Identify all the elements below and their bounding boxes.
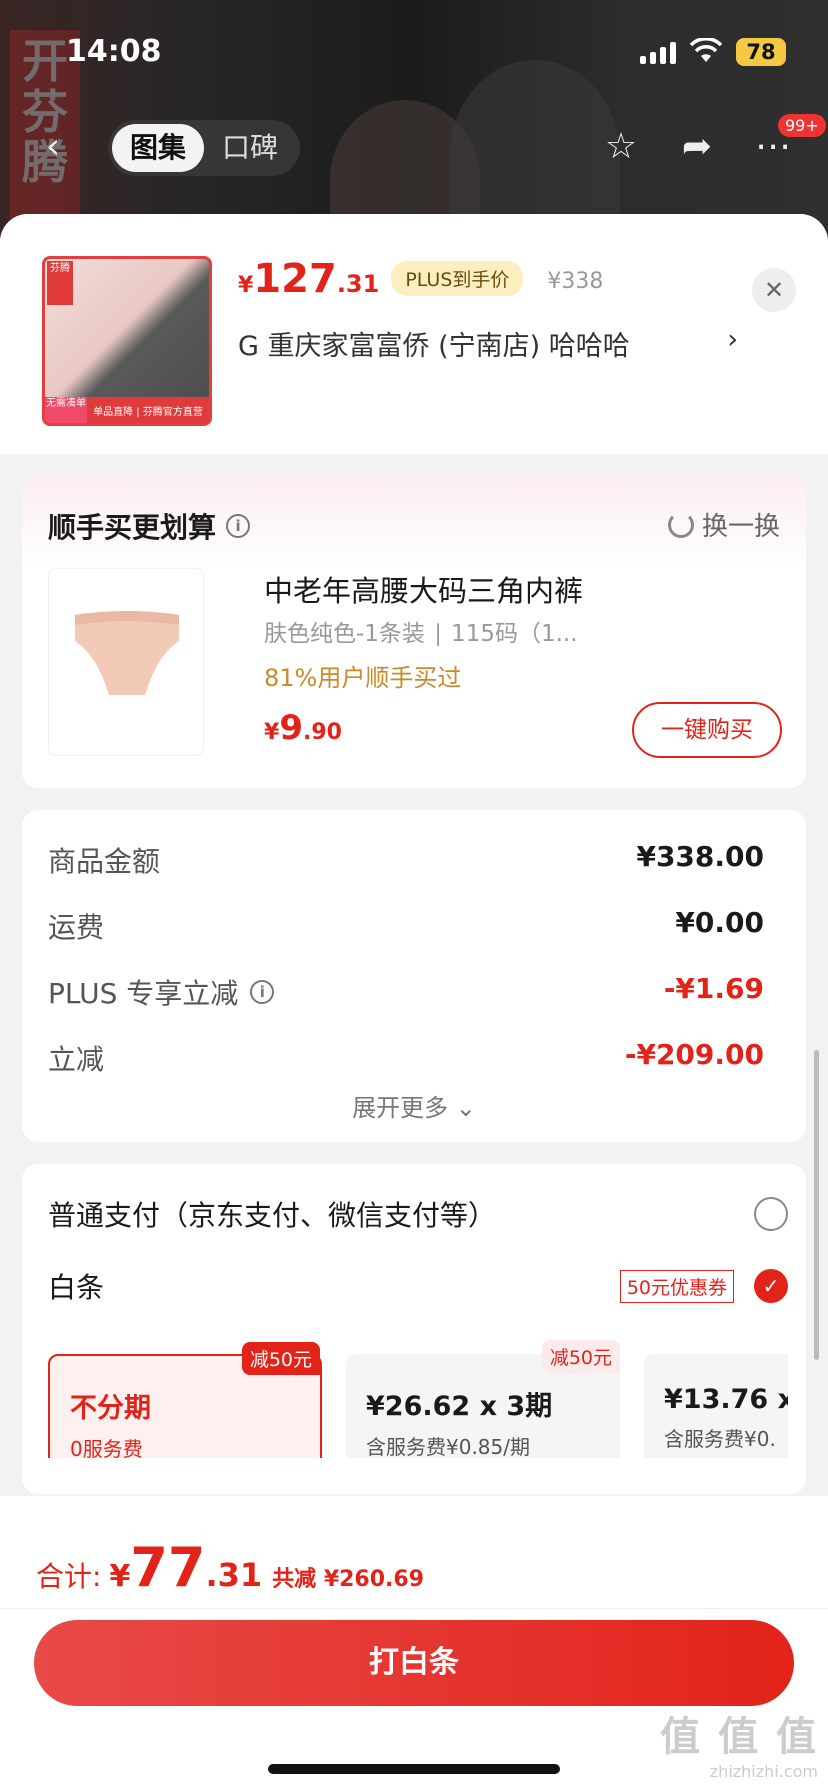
summary-row-shipping: 运费 ¥0.00 [48,906,764,946]
addon-title-text: 顺手买更划算 [48,511,217,544]
summary-label: 商品金额 [48,845,161,878]
segmented-control: 图集 口碑 [108,120,300,176]
addon-price-currency: ¥ [264,720,280,745]
thumb-brand-label: 芬腾 [47,261,73,305]
summary-label-group: PLUS 专享立减 i [48,972,275,1012]
summary-value: ¥0.00 [675,906,764,939]
back-icon[interactable]: ‹ [30,124,76,170]
installment-none[interactable]: 不分期 0服务费 减50元 [48,1342,322,1458]
original-price: ¥338 [547,269,604,294]
product-thumbnail[interactable]: 芬腾 无需凑单 单品直降 | 芬腾官方直营 [42,256,212,426]
addon-product-image[interactable] [48,568,204,756]
price-integer: 127 [253,256,337,302]
status-bar: 14:08 78 [0,0,828,100]
star-icon[interactable]: ☆ [598,124,644,170]
total-amount: 合计: ¥ 77 .31 共减 ¥260.69 [36,1536,424,1599]
summary-row-plus-discount: PLUS 专享立减 i -¥1.69 [48,972,764,1012]
store-selector[interactable]: G 重庆家富富侨 (宁南店) 哈哈哈 › [238,324,738,363]
addon-price-decimal: .90 [302,720,342,745]
summary-label: 运费 [48,911,105,944]
summary-row-goods: 商品金额 ¥338.00 [48,840,764,880]
product-price: ¥ 127 .31 PLUS到手价 ¥338 [238,256,603,302]
price-currency: ¥ [238,273,254,298]
addon-price-integer: 9 [279,708,303,748]
watermark-logo: 值 值 值 [660,1714,818,1760]
baitiao-right: 50元优惠券 ✓ [619,1269,788,1303]
thumb-footer-tag: 无需凑单 [45,397,87,423]
addon-purchase-rate: 81%用户顺手买过 [264,664,462,692]
battery-indicator: 78 [736,38,786,66]
payment-methods: 普通支付（京东支付、微信支付等） 白条 50元优惠券 ✓ 不分期 0服务费 减5… [22,1164,806,1494]
payment-option-baitiao[interactable]: 白条 50元优惠券 ✓ [48,1266,788,1306]
watermark: 值 值 值 zhizhizhi.com [660,1704,818,1781]
briefs-image [75,611,179,695]
status-time: 14:08 [66,34,162,69]
addon-price: ¥ 9 .90 [264,708,342,748]
summary-value: ¥338.00 [636,840,764,873]
pay-with-baitiao-button[interactable]: 打白条 [34,1620,794,1706]
chevron-right-icon: › [727,324,738,355]
nav-bar: ‹ 图集 口碑 ☆ ➦ ⋯ 99+ [0,110,828,180]
total-integer: 77 [130,1536,206,1599]
signal-icon [640,40,676,64]
installment-title: ¥13.76 x [664,1384,788,1415]
payment-option-normal[interactable]: 普通支付（京东支付、微信支付等） [48,1194,788,1234]
coupon-badge: 50元优惠券 [619,1269,734,1303]
installment-options: 不分期 0服务费 减50元 ¥26.62 x 3期 含服务费¥0.85/期 减5… [48,1338,788,1458]
checkout-bar: 合计: ¥ 77 .31 共减 ¥260.69 打白条 值 值 值 zhizhi… [0,1496,828,1792]
installment-title: 不分期 [70,1393,151,1424]
total-decimal: .31 [205,1556,263,1594]
addon-product-spec[interactable]: 肤色纯色-1条装 ∣ 115码（1... [264,614,578,648]
installment-fee: 0服务费 [70,1437,143,1458]
total-currency: ¥ [109,1559,131,1594]
close-button[interactable]: ✕ [752,268,796,312]
divider [0,1608,828,1609]
info-icon[interactable]: i [226,514,251,538]
one-click-buy-button[interactable]: 一键购买 [632,702,782,758]
wifi-icon [690,38,722,62]
order-summary: 商品金额 ¥338.00 运费 ¥0.00 PLUS 专享立减 i -¥1.69… [22,810,806,1142]
price-decimal: .31 [336,270,380,298]
addon-title: 顺手买更划算 i [48,506,251,546]
home-indicator [268,1764,560,1774]
addon-card: 顺手买更划算 i 换一换 中老年高腰大码三角内裤 肤色纯色-1条装 ∣ 115码… [22,476,806,788]
total-savings: 共减 ¥260.69 [272,1567,425,1592]
refresh-icon [667,511,694,538]
summary-value: -¥1.69 [663,972,764,1005]
installment-3[interactable]: ¥26.62 x 3期 含服务费¥0.85/期 减50元 [346,1340,620,1458]
installment-fee: 含服务费¥0.85/期 [366,1435,530,1458]
store-name: G 重庆家富富侨 (宁南店) 哈哈哈 [238,331,630,362]
radio-unchecked-icon[interactable] [754,1197,788,1231]
product-header: 芬腾 无需凑单 单品直降 | 芬腾官方直营 ¥ 127 .31 PLUS到手价 … [0,214,828,454]
plus-price-tag: PLUS到手价 [391,261,524,296]
tab-reviews[interactable]: 口碑 [204,124,296,172]
share-icon[interactable]: ➦ [674,124,720,170]
installment-fee: 含服务费¥0. [664,1427,776,1451]
installment-discount-tag: 减50元 [241,1342,320,1375]
addon-product-name[interactable]: 中老年高腰大码三角内裤 [264,568,583,610]
summary-value: -¥209.00 [624,1038,764,1071]
thumb-footer: 无需凑单 单品直降 | 芬腾官方直营 [45,397,209,423]
radio-checked-icon[interactable]: ✓ [754,1269,788,1303]
installment-discount-tag: 减50元 [541,1340,620,1373]
watermark-url: zhizhizhi.com [709,1762,818,1781]
summary-row-discount: 立减 -¥209.00 [48,1038,764,1078]
refresh-button[interactable]: 换一换 [667,506,780,543]
tab-gallery[interactable]: 图集 [112,124,204,172]
summary-label: PLUS 专享立减 [48,977,239,1010]
total-label: 合计: [36,1560,102,1593]
expand-more-button[interactable]: 展开更多 ⌄ [22,1088,806,1123]
summary-label: 立减 [48,1043,105,1076]
payment-option-label: 白条 [48,1271,105,1304]
installment-title: ¥26.62 x 3期 [366,1391,553,1422]
info-icon[interactable]: i [250,980,275,1004]
refresh-label: 换一换 [701,512,780,542]
thumb-footer-text: 单品直降 | 芬腾官方直营 [93,406,203,418]
message-badge: 99+ [778,114,826,137]
scrollbar[interactable] [814,1050,819,1360]
payment-option-label: 普通支付（京东支付、微信支付等） [48,1199,497,1232]
installment-6[interactable]: ¥13.76 x 含服务费¥0. [644,1354,788,1458]
